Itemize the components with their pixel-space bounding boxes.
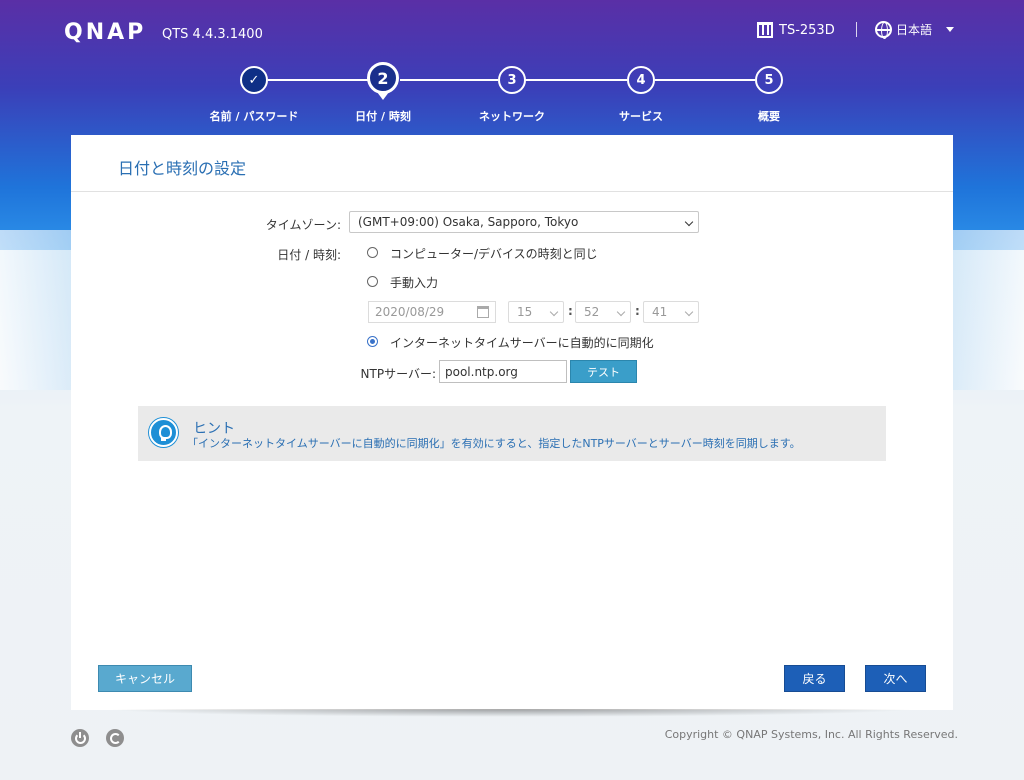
hour-select[interactable]: 15 [508, 301, 564, 323]
right-glow [944, 230, 1024, 390]
chevron-down-icon [684, 307, 694, 317]
timezone-select[interactable]: (GMT+09:00) Osaka, Sapporo, Tokyo [349, 211, 699, 233]
radio-ntp-sync[interactable] [367, 336, 378, 347]
chevron-down-icon [684, 217, 694, 227]
chevron-down-icon [616, 307, 626, 317]
step-3-label: ネットワーク [479, 110, 545, 123]
globe-icon [875, 21, 892, 39]
panel-title: 日付と時刻の設定 [118, 159, 247, 178]
hour-value: 15 [517, 305, 533, 319]
step-2-label: 日付 / 時刻 [355, 110, 411, 123]
power-icon[interactable] [71, 729, 89, 747]
step-4-label: サービス [619, 110, 663, 123]
step-1-circle: ✓ [240, 66, 268, 94]
copyright-text: Copyright © QNAP Systems, Inc. All Right… [664, 728, 958, 741]
qts-version: QTS 4.4.3.1400 [162, 27, 263, 42]
chevron-down-icon [946, 27, 955, 32]
stepper-connector [525, 79, 627, 81]
language-label: 日本語 [896, 23, 933, 37]
chevron-down-icon [549, 307, 559, 317]
time-colon: : [635, 304, 640, 318]
radio-manual-label: 手動入力 [390, 276, 439, 290]
stepper-connector [400, 79, 498, 81]
current-step-pointer [377, 92, 389, 100]
test-button[interactable]: テスト [570, 360, 637, 383]
timezone-value: (GMT+09:00) Osaka, Sapporo, Tokyo [358, 215, 579, 229]
step-5-label: 概要 [758, 110, 780, 123]
step-1-label: 名前 / パスワード [209, 110, 299, 123]
stepper-connector [655, 79, 755, 81]
radio-manual[interactable] [367, 276, 378, 287]
radio-same-as-pc-label: コンピューター/デバイスの時刻と同じ [390, 247, 598, 261]
date-input[interactable]: 2020/08/29 [368, 301, 496, 323]
timezone-label: タイムゾーン: [265, 218, 341, 232]
lightbulb-icon [149, 418, 178, 447]
step-5-circle: 5 [755, 66, 783, 94]
left-glow [0, 230, 80, 390]
restart-icon[interactable] [106, 729, 124, 747]
qnap-logo: QNAP [64, 20, 147, 45]
device-info: TS-253D [757, 22, 835, 38]
panel-shadow [105, 709, 917, 717]
calendar-icon[interactable] [477, 306, 489, 318]
title-divider [71, 191, 953, 192]
minute-value: 52 [584, 305, 600, 319]
stepper-connector [268, 79, 368, 81]
radio-ntp-sync-label: インターネットタイムサーバーに自動的に同期化 [390, 336, 654, 350]
nas-device-icon [757, 22, 773, 38]
ntp-server-label: NTPサーバー: [360, 367, 436, 381]
next-button[interactable]: 次へ [865, 665, 926, 692]
second-select[interactable]: 41 [643, 301, 699, 323]
device-name: TS-253D [779, 22, 835, 38]
back-button[interactable]: 戻る [784, 665, 845, 692]
cancel-button[interactable]: キャンセル [98, 665, 192, 692]
step-3-circle: 3 [498, 66, 526, 94]
hint-box: ヒント 「インターネットタイムサーバーに自動的に同期化」を有効にすると、指定した… [138, 406, 886, 461]
time-colon: : [568, 304, 573, 318]
ntp-server-input[interactable]: pool.ntp.org [439, 360, 567, 383]
radio-same-as-pc[interactable] [367, 247, 378, 258]
step-2-circle: 2 [367, 62, 399, 94]
date-value: 2020/08/29 [375, 305, 445, 319]
second-value: 41 [652, 305, 668, 319]
datetime-label: 日付 / 時刻: [277, 248, 341, 262]
settings-panel: 日付と時刻の設定 タイムゾーン: (GMT+09:00) Osaka, Sapp… [71, 135, 953, 710]
language-selector[interactable]: 日本語 [875, 21, 955, 39]
step-4-circle: 4 [627, 66, 655, 94]
header-separator [856, 22, 857, 37]
minute-select[interactable]: 52 [575, 301, 631, 323]
hint-text: 「インターネットタイムサーバーに自動的に同期化」を有効にすると、指定したNTPサ… [187, 437, 801, 450]
